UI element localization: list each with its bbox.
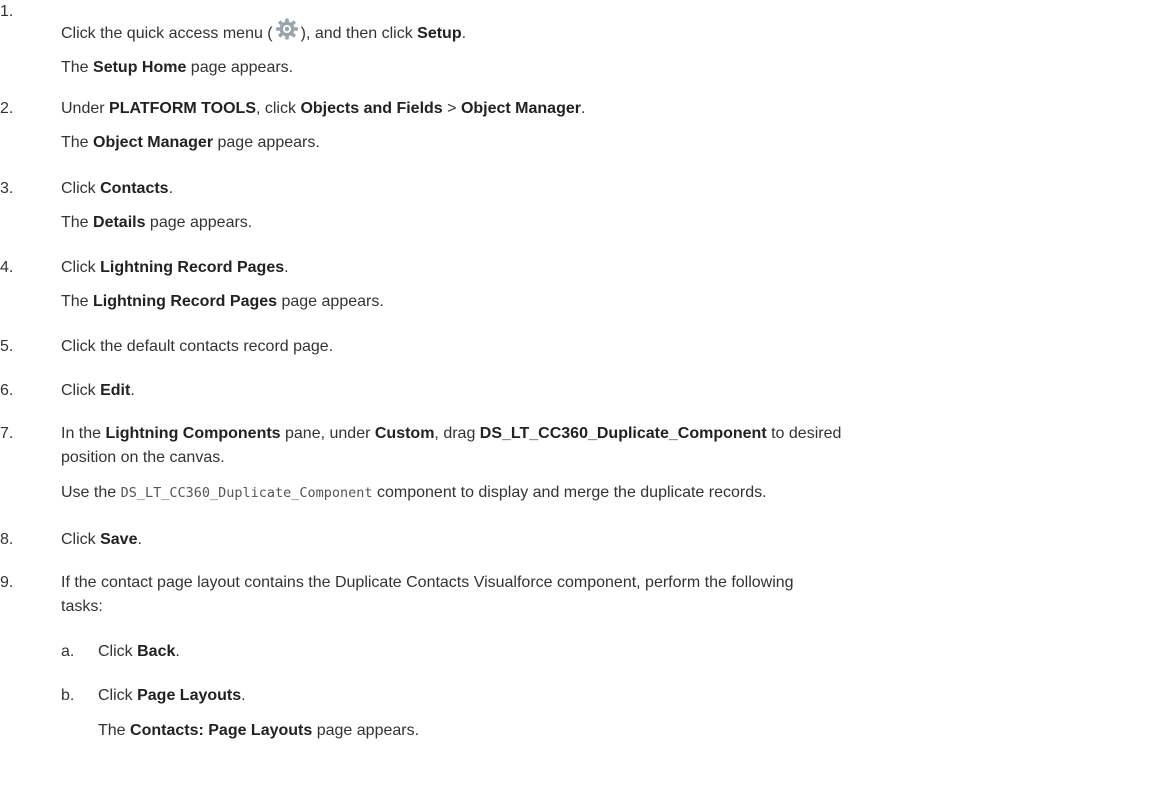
step-number: 3. — [0, 180, 14, 197]
step-note: Use the DS_LT_CC360_Duplicate_Component … — [61, 484, 767, 501]
step-number: 2. — [0, 100, 14, 117]
step-instruction: Under PLATFORM TOOLS, click Objects and … — [61, 100, 586, 117]
step-number: 4. — [0, 259, 14, 276]
step-number: 9. — [0, 574, 14, 591]
step-number: 8. — [0, 531, 14, 548]
step-result: The Details page appears. — [61, 214, 253, 231]
substep-instruction: Click Page Layouts. — [98, 687, 246, 704]
step-result: The Object Manager page appears. — [61, 134, 320, 151]
step-number: 6. — [0, 382, 14, 399]
step-instruction-continued: tasks: — [61, 598, 103, 615]
step-instruction: In the Lightning Components pane, under … — [61, 425, 842, 442]
component-name-code: DS_LT_CC360_Duplicate_Component — [120, 485, 373, 501]
step-result: The Setup Home page appears. — [61, 59, 294, 76]
step-instruction: Click Edit. — [61, 382, 135, 399]
substep-letter: a. — [61, 643, 75, 660]
step-instruction: Click Lightning Record Pages. — [61, 259, 289, 276]
step-number: 5. — [0, 338, 14, 355]
step-result: The Lightning Record Pages page appears. — [61, 293, 384, 310]
substep-result: The Contacts: Page Layouts page appears. — [98, 722, 420, 739]
substep-letter: b. — [61, 687, 75, 704]
gear-icon — [273, 18, 301, 42]
step-instruction: Click Contacts. — [61, 180, 174, 197]
step-instruction: Click the quick access menu (), and the… — [61, 18, 1161, 46]
step-instruction: Click Save. — [61, 531, 142, 548]
substep-instruction: Click Back. — [98, 643, 180, 660]
step-number: 7. — [0, 425, 14, 442]
step-instruction: Click the default contacts record page. — [61, 338, 334, 355]
step-number: 1. — [0, 3, 14, 20]
step-instruction: If the contact page layout contains the … — [61, 574, 794, 591]
step-instruction-continued: position on the canvas. — [61, 449, 225, 466]
